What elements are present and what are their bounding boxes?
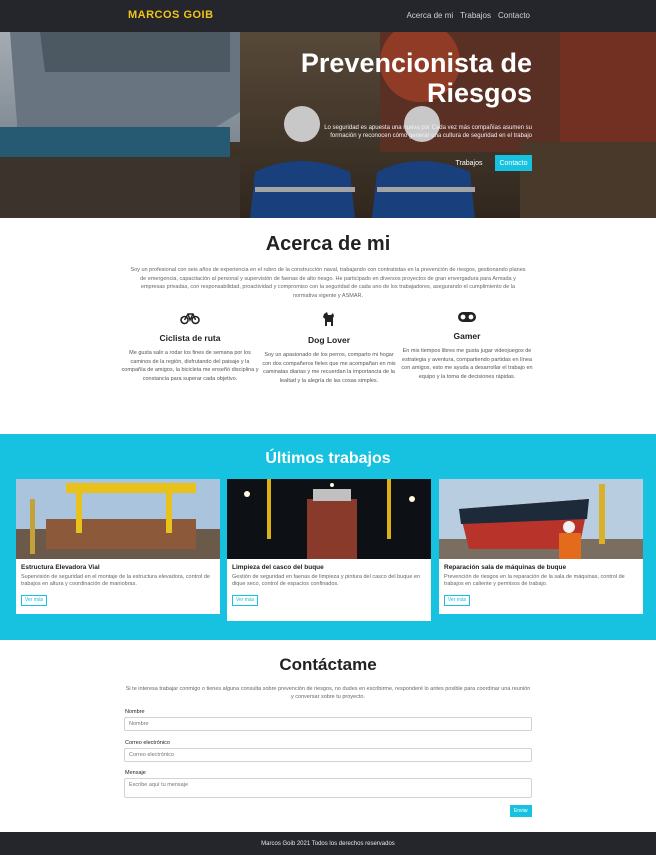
- work-card-text: Gestión de seguridad en faenas de limpie…: [232, 574, 421, 587]
- work-card-text: Prevención de riesgos en la reparación d…: [444, 574, 625, 587]
- nav-links: Acerca de mi Trabajos Contacto: [406, 11, 530, 20]
- work-card: Limpieza del casco del buque Gestión de …: [227, 479, 431, 621]
- navbar: MARCOS GOIB Acerca de mi Trabajos Contac…: [0, 0, 656, 32]
- work-image: [439, 479, 643, 559]
- hero-banner: Prevencionista de Riesgos Lo seguridad e…: [0, 32, 656, 218]
- hobby-title: Dog Lover: [307, 335, 351, 345]
- contact-text: Si te interesa trabajar conmigo o tienes…: [125, 686, 531, 700]
- dog-icon: [323, 312, 334, 326]
- gamepad-icon: [458, 312, 476, 322]
- nav-link-about[interactable]: Acerca de mi: [406, 11, 453, 20]
- hobby-text: Me gusta salir a rodar los fines de sema…: [121, 350, 259, 382]
- work-card-button[interactable]: Ver más: [444, 594, 470, 606]
- name-label: Nombre: [125, 709, 145, 715]
- email-input[interactable]: [124, 748, 532, 762]
- hobby-title: Gamer: [453, 331, 481, 341]
- work-card-title: Limpieza del casco del buque: [232, 564, 324, 571]
- hobby-cycling: Ciclista de ruta Me gusta salir a rodar …: [121, 311, 259, 383]
- about-title: Acerca de mi: [265, 233, 391, 255]
- work-card: Estructura Elevadora Vial Supervisión de…: [16, 479, 220, 614]
- hobby-text: Soy un apasionado de los perros, compart…: [262, 352, 396, 384]
- hero-subtitle: Lo seguridad es apuesta una nueva por Ca…: [324, 125, 532, 139]
- hobby-title: Ciclista de ruta: [159, 333, 221, 343]
- work-card-button[interactable]: Ver más: [21, 594, 47, 606]
- footer-text: Marcos Goib 2021 Todos los derechos rese…: [261, 841, 395, 847]
- work-card-title: Reparación sala de máquinas de buque: [444, 564, 567, 571]
- hero-title: Prevencionista de Riesgos: [300, 48, 532, 108]
- email-label: Correo electrónico: [125, 740, 170, 746]
- work-card-button[interactable]: Ver más: [232, 594, 258, 606]
- nav-link-works[interactable]: Trabajos: [460, 11, 491, 20]
- works-title: Últimos trabajos: [265, 450, 391, 467]
- brand-logo[interactable]: MARCOS GOIB: [128, 9, 214, 21]
- work-image: [227, 479, 431, 559]
- work-card-text: Supervisión de seguridad en el montaje d…: [21, 574, 210, 587]
- hobby-gamer: Gamer En mis tiempos libres me gusta jug…: [398, 311, 536, 381]
- bicycle-icon: [180, 313, 200, 325]
- work-card-title: Estructura Elevadora Vial: [21, 564, 100, 571]
- hobby-text: En mis tiempos libres me gusta jugar vid…: [401, 348, 533, 380]
- message-textarea[interactable]: [124, 778, 532, 798]
- contact-title: Contáctame: [279, 655, 377, 674]
- footer: Marcos Goib 2021 Todos los derechos rese…: [0, 832, 656, 855]
- works-button[interactable]: Trabajos: [449, 155, 489, 171]
- about-text: Soy un profesional con seis años de expe…: [130, 267, 526, 299]
- work-card: Reparación sala de máquinas de buque Pre…: [439, 479, 643, 614]
- hobby-dogs: Dog Lover Soy un apasionado de los perro…: [260, 311, 398, 385]
- send-button[interactable]: Enviar: [510, 805, 532, 817]
- contact-button[interactable]: Contacto: [495, 155, 532, 171]
- work-image: [16, 479, 220, 559]
- message-label: Mensaje: [125, 770, 146, 776]
- works-section: Últimos trabajos Estructura Elevadora Vi…: [0, 434, 656, 640]
- name-input[interactable]: [124, 717, 532, 731]
- nav-link-contact[interactable]: Contacto: [498, 11, 530, 20]
